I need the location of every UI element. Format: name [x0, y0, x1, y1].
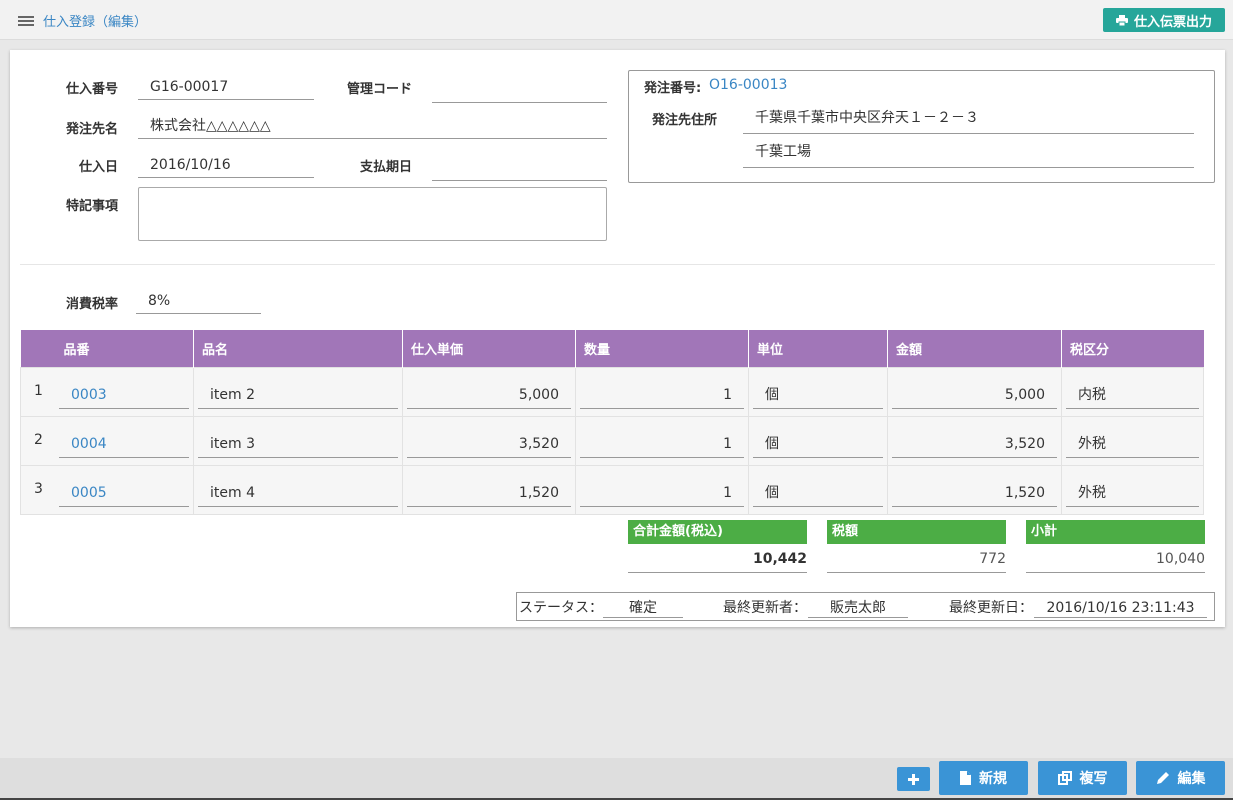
item-name-field[interactable]: item 2 — [198, 381, 398, 409]
tax-amount-label: 税額 — [827, 520, 1006, 544]
tax-amount-box: 税額 772 — [827, 520, 1006, 573]
row-number: 1 — [34, 382, 43, 399]
section-divider — [20, 264, 1215, 265]
col-header-qty: 数量 — [575, 330, 749, 367]
table-row: 1 0003 item 2 5,000 1 個 5,000 内税 — [20, 366, 1204, 417]
unit-field[interactable]: 個 — [753, 381, 883, 409]
tax-type-field[interactable]: 内税 — [1066, 381, 1199, 409]
notes-label: 特記事項 — [65, 199, 118, 214]
status-value: 確定 — [603, 598, 683, 618]
breadcrumb[interactable]: 仕入登録（編集） — [18, 11, 147, 30]
updated-label: 最終更新日： — [949, 600, 1033, 616]
status-box: ステータス： 確定 最終更新者： 販売太郎 最終更新日： 2016/10/16 … — [516, 592, 1215, 621]
updater-label: 最終更新者： — [723, 600, 807, 616]
quantity-field[interactable]: 1 — [580, 430, 744, 458]
amount-field: 1,520 — [892, 479, 1057, 507]
col-header-unit: 単位 — [748, 330, 888, 367]
quantity-field[interactable]: 1 — [580, 479, 744, 507]
list-icon — [18, 15, 34, 27]
unit-field[interactable]: 個 — [753, 430, 883, 458]
order-no-label: 発注番号: — [644, 81, 702, 96]
file-icon — [960, 771, 971, 785]
item-code-field[interactable]: 0003 — [59, 381, 189, 409]
order-info-box: 発注番号: O16-00013 発注先住所 千葉県千葉市中央区弁天１－２－３ 千… — [628, 70, 1215, 183]
printer-icon — [1115, 14, 1128, 26]
print-slip-label: 仕入伝票出力 — [1133, 14, 1212, 30]
notes-textarea[interactable] — [138, 187, 607, 241]
unit-field[interactable]: 個 — [753, 479, 883, 507]
tax-rate-label: 消費税率 — [65, 297, 118, 312]
updater-value: 販売太郎 — [808, 598, 908, 618]
col-header-price: 仕入単価 — [402, 330, 576, 367]
total-value: 10,442 — [628, 544, 807, 573]
table-row: 3 0005 item 4 1,520 1 個 1,520 外税 — [20, 464, 1204, 515]
amount-field: 3,520 — [892, 430, 1057, 458]
print-slip-button[interactable]: 仕入伝票出力 — [1103, 8, 1225, 32]
tax-type-field[interactable]: 外税 — [1066, 479, 1199, 507]
item-name-field[interactable]: item 4 — [198, 479, 398, 507]
tax-rate-field[interactable]: 8% — [136, 288, 261, 314]
subtotal-value: 10,040 — [1026, 544, 1205, 573]
total-label: 合計金額(税込) — [628, 520, 807, 544]
col-header-tax-type: 税区分 — [1061, 330, 1204, 367]
subtotal-label: 小計 — [1026, 520, 1205, 544]
payment-due-field[interactable] — [432, 155, 607, 181]
order-address-line2: 千葉工場 — [743, 135, 1194, 168]
tax-amount-value: 772 — [827, 544, 1006, 573]
amount-field: 5,000 — [892, 381, 1057, 409]
copy-icon — [1057, 771, 1072, 785]
purchase-form-card: 仕入番号 G16-00017 管理コード 発注先名 株式会社△△△△△△ 仕入日… — [10, 50, 1225, 627]
purchase-no-label: 仕入番号 — [65, 82, 118, 97]
status-label: ステータス： — [519, 600, 603, 616]
unit-price-field[interactable]: 3,520 — [407, 430, 571, 458]
order-address-label: 発注先住所 — [652, 113, 718, 128]
new-button[interactable]: 新規 — [939, 761, 1028, 795]
purchase-date-field[interactable]: 2016/10/16 — [138, 152, 314, 178]
row-number: 2 — [34, 431, 43, 448]
purchase-date-label: 仕入日 — [78, 160, 118, 175]
breadcrumb-label: 仕入登録（編集） — [43, 15, 148, 30]
copy-button-label: 複写 — [1079, 771, 1108, 787]
item-table: 品番 品名 仕入単価 数量 単位 金額 税区分 1 0003 item 2 5,0… — [20, 330, 1204, 515]
edit-button[interactable]: 編集 — [1136, 761, 1225, 795]
unit-price-field[interactable]: 5,000 — [407, 381, 571, 409]
item-code-field[interactable]: 0005 — [59, 479, 189, 507]
subtotal-box: 小計 10,040 — [1026, 520, 1205, 573]
edit-button-label: 編集 — [1177, 771, 1206, 787]
supplier-label: 発注先名 — [65, 122, 118, 137]
table-header-row: 品番 品名 仕入単価 数量 単位 金額 税区分 — [20, 330, 1204, 367]
updated-value: 2016/10/16 23:11:43 — [1034, 598, 1207, 618]
order-no-link[interactable]: O16-00013 — [709, 77, 787, 93]
table-row: 2 0004 item 3 3,520 1 個 3,520 外税 — [20, 415, 1204, 466]
purchase-no-field[interactable]: G16-00017 — [138, 74, 314, 100]
unit-price-field[interactable]: 1,520 — [407, 479, 571, 507]
col-header-name: 品名 — [193, 330, 403, 367]
quantity-field[interactable]: 1 — [580, 381, 744, 409]
top-bar: 仕入登録（編集） 仕入伝票出力 — [0, 0, 1233, 40]
copy-button[interactable]: 複写 — [1038, 761, 1127, 795]
supplier-field[interactable]: 株式会社△△△△△△ — [138, 113, 607, 139]
row-number: 3 — [34, 480, 43, 497]
order-address-line1: 千葉県千葉市中央区弁天１－２－３ — [743, 99, 1194, 134]
new-button-label: 新規 — [979, 771, 1007, 787]
mgmt-code-label: 管理コード — [346, 82, 412, 97]
item-code-field[interactable]: 0004 — [59, 430, 189, 458]
tax-type-field[interactable]: 外税 — [1066, 430, 1199, 458]
plus-icon — [908, 773, 919, 785]
payment-due-label: 支払期日 — [359, 160, 412, 175]
total-box: 合計金額(税込) 10,442 — [628, 520, 807, 573]
item-name-field[interactable]: item 3 — [198, 430, 398, 458]
col-header-amount: 金額 — [887, 330, 1062, 367]
add-button[interactable] — [897, 767, 930, 791]
pencil-icon — [1156, 772, 1169, 784]
mgmt-code-field[interactable] — [432, 77, 607, 103]
bottom-toolbar: 新規 複写 編集 — [0, 758, 1233, 800]
col-header-code: 品番 — [20, 330, 194, 367]
